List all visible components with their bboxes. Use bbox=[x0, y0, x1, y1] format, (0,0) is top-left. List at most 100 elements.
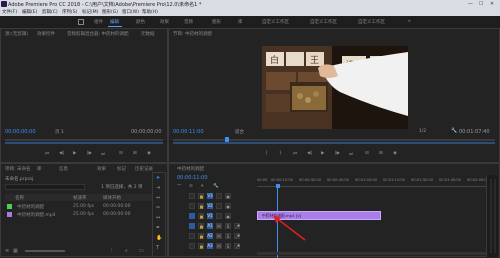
menu-marker[interactable]: 标记(M) bbox=[82, 9, 98, 15]
slip-tool-icon[interactable]: ↔ bbox=[156, 215, 160, 221]
tab-metadata[interactable]: 元数据 bbox=[141, 31, 155, 37]
solo-icon[interactable]: S bbox=[225, 243, 231, 249]
tab-program[interactable]: 节目: 中药材的调配 bbox=[173, 31, 212, 37]
go-to-out-icon[interactable]: ⏭ bbox=[349, 151, 353, 157]
workspace-custom-2[interactable]: 自定义工作区 bbox=[310, 19, 337, 25]
track-label[interactable]: V2 bbox=[207, 203, 213, 209]
solo-icon[interactable]: S bbox=[225, 223, 231, 229]
pen-tool-icon[interactable]: ✒ bbox=[156, 225, 160, 231]
workspace-libraries[interactable]: 库 bbox=[238, 19, 243, 25]
track-header-a1[interactable]: 🔒 A1 M S 🎤 bbox=[173, 222, 253, 231]
source-page[interactable]: 页 1 bbox=[55, 129, 64, 135]
tab-markers[interactable]: 标记 bbox=[117, 166, 126, 172]
lift-icon[interactable]: ⊟ bbox=[365, 151, 369, 156]
search-icon[interactable]: ⌕ bbox=[125, 248, 128, 254]
project-search-input[interactable] bbox=[5, 184, 85, 190]
step-frame-back-icon[interactable]: ◀| bbox=[59, 151, 64, 156]
mic-icon[interactable]: 🎤 bbox=[234, 243, 240, 249]
program-timecode-current[interactable]: 00:00:11:00 bbox=[173, 129, 204, 135]
source-patch-icon[interactable] bbox=[189, 233, 195, 239]
track-select-tool-icon[interactable]: ⇥ bbox=[156, 185, 160, 191]
add-marker-icon[interactable]: ▾ bbox=[201, 184, 203, 189]
source-scrub-bar[interactable] bbox=[5, 139, 163, 141]
go-to-in-icon[interactable]: ⏮ bbox=[293, 151, 297, 157]
tab-project[interactable]: 项目: 未命名 bbox=[5, 166, 30, 172]
mute-icon[interactable]: M bbox=[216, 223, 222, 229]
track-label[interactable]: V1 bbox=[207, 213, 213, 219]
workspace-custom-1[interactable]: 自定义工作区 bbox=[262, 19, 289, 25]
program-video-frame[interactable]: 白 王 禮 bbox=[262, 46, 408, 129]
selection-tool-icon[interactable]: ➤ bbox=[156, 175, 160, 181]
export-frame-icon[interactable]: ◉ bbox=[147, 151, 151, 156]
track-label[interactable]: A1 bbox=[207, 223, 213, 229]
source-patch-icon[interactable] bbox=[189, 223, 195, 229]
settings-icon[interactable]: 🔧 bbox=[213, 184, 219, 189]
workspace-more-icon[interactable]: » bbox=[408, 19, 411, 24]
menu-file[interactable]: 文件(F) bbox=[2, 9, 17, 15]
wrench-icon[interactable]: 🔧 bbox=[451, 128, 457, 134]
tab-libraries[interactable]: 库 bbox=[37, 166, 42, 172]
icon-view-icon[interactable]: ▦ bbox=[13, 248, 18, 254]
lock-icon[interactable]: 🔒 bbox=[198, 223, 204, 229]
menu-edit[interactable]: 编辑(E) bbox=[22, 9, 37, 15]
step-frame-forward-icon[interactable]: |▶ bbox=[87, 151, 92, 156]
track-header-a2[interactable]: 🔒 A2 M S 🎤 bbox=[173, 232, 253, 241]
lock-icon[interactable]: 🔒 bbox=[198, 203, 204, 209]
mark-in-icon[interactable]: { bbox=[265, 151, 268, 156]
timeline-horizontal-scrollbar[interactable] bbox=[257, 252, 497, 255]
mic-icon[interactable]: 🎤 bbox=[234, 233, 240, 239]
workspace-custom-3[interactable]: 自定义工作区 bbox=[358, 19, 385, 25]
minimize-button[interactable]: — bbox=[468, 1, 473, 7]
tab-effect-controls[interactable]: 效果控件 bbox=[37, 31, 55, 37]
mark-out-icon[interactable]: } bbox=[279, 151, 282, 156]
track-header-a3[interactable]: 🔒 A3 M S 🎤 bbox=[173, 242, 253, 251]
lock-icon[interactable]: 🔒 bbox=[198, 233, 204, 239]
column-name[interactable]: 名称 bbox=[15, 195, 24, 201]
program-zoom-bar[interactable] bbox=[173, 142, 495, 144]
lock-icon[interactable]: 🔒 bbox=[198, 213, 204, 219]
fit-dropdown[interactable]: 适合 bbox=[235, 129, 244, 135]
snap-icon[interactable]: ⌒ bbox=[177, 184, 182, 190]
menu-clip[interactable]: 剪辑(C) bbox=[42, 9, 58, 15]
razor-tool-icon[interactable]: ✂ bbox=[156, 205, 160, 211]
workspace-audio[interactable]: 音频 bbox=[184, 19, 193, 25]
tab-info[interactable]: 信息 bbox=[59, 166, 68, 172]
workspace-graphics[interactable]: 图形 bbox=[212, 19, 221, 25]
source-viewer[interactable] bbox=[1, 39, 167, 124]
zoom-slider[interactable] bbox=[25, 250, 65, 252]
quality-dropdown[interactable]: 1/2 bbox=[419, 129, 426, 134]
menu-help[interactable]: 帮助(H) bbox=[142, 9, 158, 15]
list-view-icon[interactable]: ≡ bbox=[5, 248, 9, 254]
mic-icon[interactable]: 🎤 bbox=[234, 223, 240, 229]
hand-tool-icon[interactable]: ✋ bbox=[156, 235, 162, 241]
eye-icon[interactable]: ◉ bbox=[225, 203, 231, 209]
step-forward-icon[interactable]: ⏭ bbox=[101, 151, 105, 157]
column-media-start[interactable]: 媒体开始 bbox=[103, 195, 121, 201]
step-forward-program-icon[interactable]: |▶ bbox=[335, 151, 340, 156]
step-back-program-icon[interactable]: ◀| bbox=[307, 151, 312, 156]
workspace-color[interactable]: 颜色 bbox=[136, 19, 145, 25]
track-header-v3[interactable]: 🔒 V3 ◉ bbox=[173, 192, 253, 201]
eye-icon[interactable]: ◉ bbox=[225, 213, 231, 219]
source-patch-icon[interactable] bbox=[189, 193, 195, 199]
program-scrub-bar[interactable] bbox=[173, 139, 495, 141]
source-patch-icon[interactable] bbox=[189, 213, 195, 219]
step-back-icon[interactable]: ⏮ bbox=[45, 151, 49, 157]
insert-icon[interactable]: ⊟ bbox=[119, 151, 123, 156]
linked-selection-icon[interactable]: ⊘ bbox=[189, 184, 193, 189]
lock-icon[interactable]: 🔒 bbox=[198, 193, 204, 199]
track-label[interactable]: A2 bbox=[207, 233, 213, 239]
track-header-v1[interactable]: 🔒 V1 ◉ bbox=[173, 212, 253, 221]
type-tool-icon[interactable]: T bbox=[156, 245, 159, 251]
tab-history[interactable]: 历史记录 bbox=[135, 166, 153, 172]
menu-sequence[interactable]: 序列(S) bbox=[62, 9, 77, 15]
tab-effects[interactable]: 效果 bbox=[97, 166, 106, 172]
lock-icon[interactable]: 🔒 bbox=[198, 243, 204, 249]
project-row[interactable]: 中药材的调配.mp4 25.00 fps 00:00:00:00 bbox=[5, 211, 165, 218]
close-button[interactable]: ✕ bbox=[490, 1, 494, 7]
home-icon[interactable] bbox=[78, 19, 84, 25]
track-label[interactable]: A3 bbox=[207, 243, 213, 249]
automate-icon[interactable]: ⫶ bbox=[111, 248, 112, 254]
tab-timeline[interactable]: 中药材的调配 bbox=[177, 166, 204, 172]
maximize-button[interactable]: ☐ bbox=[479, 1, 483, 7]
